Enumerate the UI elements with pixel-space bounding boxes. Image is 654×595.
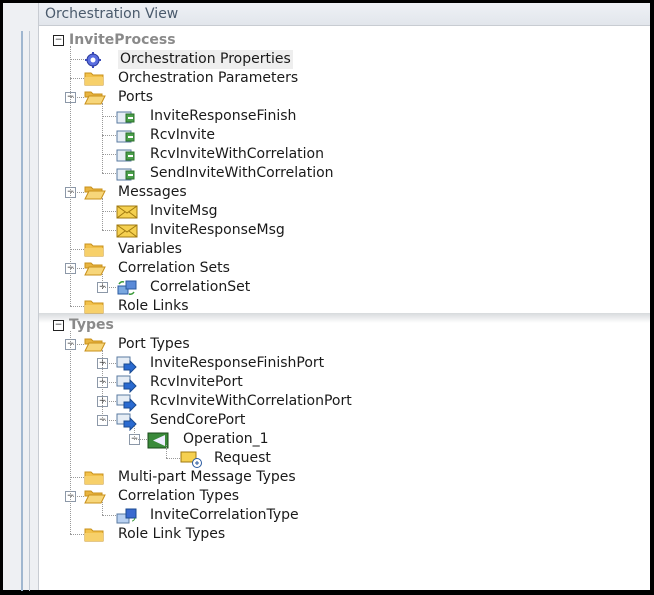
tree-node[interactable]: RcvInviteWithCorrelationPort bbox=[150, 392, 352, 411]
tree-connector bbox=[166, 445, 167, 458]
tree-node[interactable]: SendCorePort bbox=[150, 411, 245, 430]
tree-connector bbox=[102, 515, 116, 516]
tree-connector bbox=[102, 135, 116, 136]
tree-connector bbox=[102, 198, 103, 230]
port-type-icon bbox=[116, 413, 137, 432]
correlation-icon bbox=[116, 280, 137, 295]
tree-connector bbox=[102, 287, 116, 288]
port-type-icon bbox=[116, 356, 137, 375]
folder-icon bbox=[84, 470, 104, 485]
tree-node[interactable]: InviteCorrelationType bbox=[150, 506, 299, 525]
tree-node[interactable]: RcvInvite bbox=[150, 126, 215, 145]
tree-node[interactable]: Ports bbox=[118, 88, 153, 107]
tree-connector bbox=[102, 420, 116, 421]
folder-open-icon bbox=[84, 489, 106, 504]
tree-node[interactable]: Port Types bbox=[118, 335, 190, 354]
collapse-toggle[interactable]: − bbox=[53, 320, 64, 331]
tree-node[interactable]: InviteMsg bbox=[150, 202, 218, 221]
tree-section-header[interactable]: InviteProcess bbox=[69, 31, 176, 50]
tree-node[interactable]: Correlation Types bbox=[118, 487, 239, 506]
folder-icon bbox=[84, 299, 104, 314]
port-type-icon bbox=[116, 394, 137, 413]
operation-icon bbox=[147, 432, 169, 449]
tree-connector bbox=[70, 46, 71, 306]
port-type-icon bbox=[116, 375, 137, 394]
tree-node[interactable]: InviteResponseFinishPort bbox=[150, 354, 324, 373]
tree-node[interactable]: Request bbox=[214, 449, 271, 468]
tree-connector bbox=[70, 268, 84, 269]
tree-connector bbox=[102, 401, 116, 402]
tree-connector bbox=[102, 103, 103, 173]
correlation-type-icon bbox=[116, 508, 137, 524]
tree-node[interactable]: Role Links bbox=[118, 297, 189, 316]
gear-icon bbox=[84, 52, 102, 68]
tree-node[interactable]: Orchestration Properties bbox=[118, 50, 293, 69]
folder-open-icon bbox=[84, 337, 106, 352]
tree-connector bbox=[102, 363, 116, 364]
tree-connector bbox=[166, 458, 180, 459]
tree-node[interactable]: Variables bbox=[118, 240, 182, 259]
tree-connector bbox=[70, 97, 84, 98]
tree-connector bbox=[70, 306, 84, 307]
tree-node[interactable]: Correlation Sets bbox=[118, 259, 230, 278]
folder-icon bbox=[84, 242, 104, 257]
tree-node[interactable]: CorrelationSet bbox=[150, 278, 250, 297]
tree-connector bbox=[102, 154, 116, 155]
tree-connector bbox=[70, 477, 84, 478]
tree-connector bbox=[102, 211, 116, 212]
port-icon bbox=[116, 109, 135, 124]
orchestration-view-window: Orchestration View − InviteProcess Orchest… bbox=[3, 3, 650, 591]
tree-section-header[interactable]: Types bbox=[69, 316, 114, 335]
collapse-toggle[interactable]: − bbox=[53, 35, 64, 46]
tree-node[interactable]: Orchestration Parameters bbox=[118, 69, 298, 88]
tree-connector bbox=[102, 382, 116, 383]
tree-node[interactable]: InviteResponseFinish bbox=[150, 107, 296, 126]
orchestration-view-panel: Orchestration View − InviteProcess Orchest… bbox=[38, 3, 650, 590]
tree-connector bbox=[70, 331, 71, 534]
tree-connector bbox=[70, 78, 84, 79]
folder-icon bbox=[84, 71, 104, 86]
tree-node[interactable]: Multi-part Message Types bbox=[118, 468, 296, 487]
tree-connector bbox=[70, 534, 84, 535]
folder-open-icon bbox=[84, 90, 106, 105]
tree-connector bbox=[70, 192, 84, 193]
tree-node[interactable]: SendInviteWithCorrelation bbox=[150, 164, 334, 183]
tree-node[interactable]: Operation_1 bbox=[183, 430, 269, 449]
tree-connector bbox=[134, 426, 135, 439]
port-icon bbox=[116, 166, 135, 181]
tree-connector bbox=[102, 350, 103, 420]
message-icon bbox=[116, 204, 138, 219]
tree-node[interactable]: RcvInvitePort bbox=[150, 373, 243, 392]
port-icon bbox=[116, 147, 135, 162]
tree-connector bbox=[102, 502, 103, 515]
folder-icon bbox=[84, 527, 104, 542]
left-splitter[interactable] bbox=[3, 3, 38, 591]
tree-connector bbox=[102, 274, 103, 287]
tree-connector bbox=[134, 439, 147, 440]
tree-connector bbox=[70, 344, 84, 345]
request-icon bbox=[180, 451, 202, 468]
tree-node[interactable]: Messages bbox=[118, 183, 187, 202]
folder-open-icon bbox=[84, 185, 106, 200]
tree-connector bbox=[70, 496, 84, 497]
tree-connector bbox=[102, 230, 116, 231]
tree-connector bbox=[102, 116, 116, 117]
message-icon bbox=[116, 223, 138, 238]
folder-open-icon bbox=[84, 261, 106, 276]
tree-node[interactable]: InviteResponseMsg bbox=[150, 221, 285, 240]
panel-title: Orchestration View bbox=[39, 3, 650, 26]
tree-node[interactable]: Role Link Types bbox=[118, 525, 225, 544]
tree-connector bbox=[70, 59, 84, 60]
tree-node[interactable]: RcvInviteWithCorrelation bbox=[150, 145, 324, 164]
tree-connector bbox=[102, 173, 116, 174]
port-icon bbox=[116, 128, 135, 143]
tree-connector bbox=[70, 249, 84, 250]
